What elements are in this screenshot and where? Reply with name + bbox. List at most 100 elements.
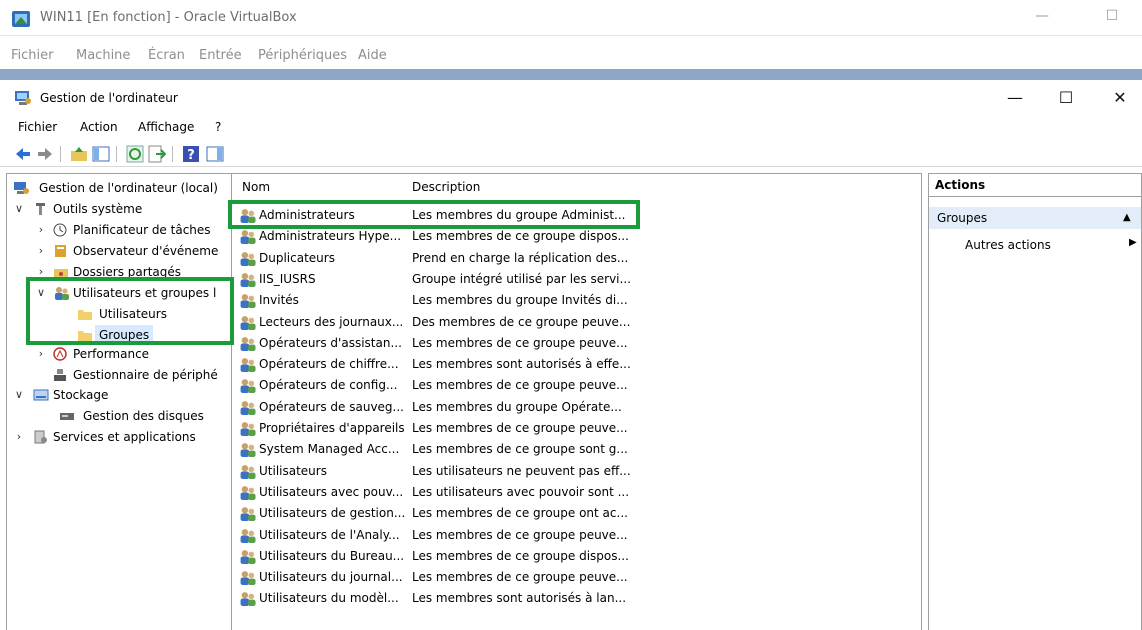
show-action-pane-icon[interactable] [206,145,224,163]
list-item[interactable]: Utilisateurs du Bureau... Les membres de … [232,546,921,567]
storage-icon [33,389,49,401]
users-group-icon [240,272,256,287]
virtualbox-logo-icon [12,11,30,27]
chevron-right-icon[interactable]: › [35,344,47,364]
group-name: IIS_IUSRS [259,271,316,286]
list-item[interactable]: Invités Les membres du groupe Invités di.… [232,290,921,311]
list-item[interactable]: Lecteurs des journaux... Des membres de c… [232,312,921,333]
column-header-nom[interactable]: Nom [242,180,270,194]
group-description: Des membres de ce groupe peuve... [412,314,631,329]
group-name: Opérateurs de chiffre... [259,357,399,372]
tree-label: Observateur d'événeme [73,244,219,258]
list-item[interactable]: System Managed Acc... Les membres de ce g… [232,439,921,460]
chevron-right-icon[interactable]: › [35,220,47,240]
show-hide-tree-icon[interactable] [92,145,110,163]
help-icon[interactable]: ? [182,145,200,163]
users-group-icon [240,315,256,330]
menu-fichier[interactable]: Fichier [18,120,57,134]
export-list-icon[interactable] [148,145,166,163]
group-name: Opérateurs de sauveg... [259,399,404,414]
group-description: Les membres de ce groupe dispos... [412,229,629,244]
chevron-right-icon[interactable]: › [13,427,25,447]
submenu-arrow-icon[interactable]: ▶ [1129,237,1137,248]
users-group-icon [240,464,256,479]
list-item[interactable]: IIS_IUSRS Groupe intégré utilisé par les … [232,269,921,290]
collapse-up-icon[interactable]: ▲ [1123,207,1131,229]
list-item[interactable]: Utilisateurs avec pouv... Les utilisateur… [232,482,921,503]
list-item[interactable]: Opérateurs de chiffre... Les membres sont… [232,354,921,375]
vbox-menu-peripheriques[interactable]: Périphériques [258,48,347,63]
actions-group-groupes[interactable]: Groupes ▲ [929,207,1141,229]
vbox-menu-machine[interactable]: Machine [76,48,130,63]
group-description: Les utilisateurs avec pouvoir sont ... [412,484,630,499]
window-titlebar: Gestion de l'ordinateur — ☐ ✕ [0,80,1142,116]
maximize-button[interactable]: ☐ [1053,88,1079,108]
group-description: Les membres de ce groupe peuve... [412,421,628,435]
list-item[interactable]: Opérateurs de sauveg... Les membres du gr… [232,397,921,418]
group-name: Utilisateurs du modèl... [259,591,399,606]
menu-help[interactable]: ? [215,120,221,134]
group-name: Propriétaires d'appareils [259,421,405,435]
window-title: Gestion de l'ordinateur [40,91,178,105]
group-name: Opérateurs d'assistan... [259,335,402,350]
list-item[interactable]: Duplicateurs Prend en charge la réplicati… [232,248,921,269]
disk-icon [60,413,74,420]
users-group-icon [240,400,256,415]
virtualbox-minimize-button[interactable]: — [1030,8,1054,28]
vbox-menu-fichier[interactable]: Fichier [11,48,54,63]
tree-label: Services et applications [53,430,196,444]
group-name: Utilisateurs de l'Analy... [259,527,400,542]
group-description: Les membres de ce groupe dispos... [412,548,629,563]
menu-action[interactable]: Action [80,120,118,134]
back-arrow-icon[interactable] [14,145,32,163]
list-item[interactable]: Opérateurs de config... Les membres de ce… [232,375,921,396]
chevron-right-icon[interactable]: › [35,241,47,261]
close-button[interactable]: ✕ [1107,88,1133,108]
groups-list: Nom Description Administrateurs Les membr… [232,173,922,630]
actions-group-label: Groupes [937,211,988,225]
users-group-icon [240,422,256,436]
performance-icon [53,347,67,361]
tree-label: Gestionnaire de périphé [73,368,218,382]
vbox-menu-entree[interactable]: Entrée [199,48,242,63]
action-autres-actions[interactable]: Autres actions [965,235,1051,255]
users-group-icon [240,507,256,522]
list-item[interactable]: Utilisateurs du journal... Les membres de… [232,567,921,588]
group-description: Les utilisateurs ne peuvent pas eff... [412,463,631,478]
list-item[interactable]: Utilisateurs de l'Analy... Les membres de… [232,525,921,546]
chevron-down-icon[interactable]: ∨ [13,199,25,219]
group-description: Les membres de ce groupe peuve... [412,378,628,393]
vbox-menu-ecran[interactable]: Écran [148,48,185,63]
column-header-description[interactable]: Description [412,180,480,194]
refresh-icon[interactable] [126,145,144,163]
users-group-icon [240,571,256,586]
virtualbox-maximize-button[interactable]: ☐ [1100,8,1124,28]
list-item[interactable]: Propriétaires d'appareils Les membres de … [232,418,921,439]
list-item[interactable]: Utilisateurs du modèl... Les membres sont… [232,588,921,609]
tree-label: Gestion de l'ordinateur (local) [39,181,218,195]
group-name: Utilisateurs du Bureau... [259,548,405,563]
group-name: Opérateurs de config... [259,378,398,393]
list-item[interactable]: Utilisateurs de gestion... Les membres de… [232,503,921,524]
menu-affichage[interactable]: Affichage [138,120,194,134]
minimize-button[interactable]: — [1002,88,1028,108]
group-name: Utilisateurs du journal... [259,570,403,585]
group-description: Prend en charge la réplication des... [412,250,629,265]
forward-arrow-icon[interactable] [36,145,54,163]
list-item[interactable]: Utilisateurs Les utilisateurs ne peuvent … [232,461,921,482]
device-manager-icon [54,369,66,381]
up-folder-icon[interactable] [70,145,88,163]
list-item[interactable]: Administrateurs Hype... Les membres de ce… [232,226,921,247]
tree-label: Stockage [53,388,109,402]
virtualbox-menubar: Fichier Machine Écran Entrée Périphériqu… [0,44,1142,68]
group-description: Les membres de ce groupe sont g... [412,442,628,457]
group-description: Les membres sont autorisés à effe... [412,357,631,372]
tree-item-outils-systeme[interactable]: ∨ Outils système [13,199,231,219]
group-name: Invités [259,293,299,308]
group-description: Les membres de ce groupe peuve... [412,527,628,542]
vbox-menu-aide[interactable]: Aide [358,48,387,63]
chevron-down-icon[interactable]: ∨ [13,385,25,405]
list-item[interactable]: Opérateurs d'assistan... Les membres de c… [232,333,921,354]
users-group-icon [240,336,256,351]
actions-pane: Actions Groupes ▲ Autres actions ▶ [928,173,1142,630]
